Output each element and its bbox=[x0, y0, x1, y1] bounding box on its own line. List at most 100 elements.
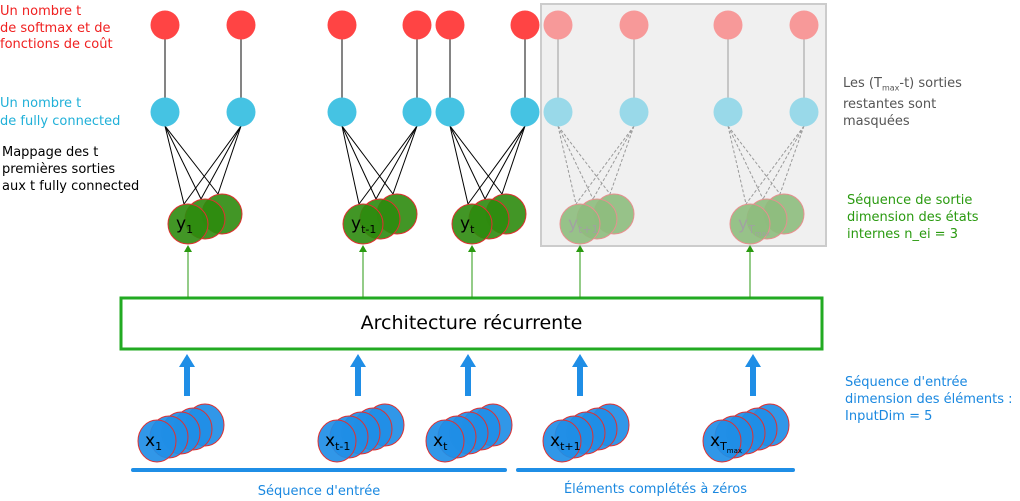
label-line: Mappage des t bbox=[2, 145, 99, 160]
fc-mapping-link bbox=[217, 125, 242, 195]
label-line: de fully connected bbox=[0, 114, 121, 129]
input-arrow-head bbox=[179, 354, 195, 367]
softmax-node bbox=[543, 10, 573, 40]
label-base: x bbox=[325, 431, 335, 451]
label-subscript: t bbox=[470, 223, 475, 236]
zero-padded-caption: Éléments complétés à zéros bbox=[563, 482, 748, 497]
fc-node bbox=[510, 97, 540, 127]
input-arrow-shaft bbox=[577, 366, 583, 396]
label-base: y bbox=[738, 214, 748, 234]
softmax-node bbox=[150, 10, 180, 40]
output-arrow-head bbox=[468, 245, 476, 252]
output-arrow-head bbox=[184, 245, 192, 252]
fc-node bbox=[327, 97, 357, 127]
label-subsubscript: max bbox=[727, 447, 742, 455]
fc-node bbox=[435, 97, 465, 127]
fc-mapping-link bbox=[375, 125, 418, 200]
label-base: x bbox=[550, 431, 560, 451]
label-subscript: 1 bbox=[155, 440, 162, 453]
input-arrow-shaft bbox=[750, 366, 756, 396]
output-sequence-label: Séquence de sortie dimension des états i… bbox=[847, 192, 979, 243]
label-subsubscript: max bbox=[755, 230, 770, 238]
label-base: x bbox=[710, 431, 720, 451]
text: Les (T bbox=[843, 76, 882, 91]
fc-node bbox=[619, 97, 649, 127]
output-arrow-head bbox=[359, 245, 367, 252]
fc-mapping-link bbox=[358, 125, 418, 205]
softmax-label: Un nombre t de softmax et de fonctions d… bbox=[0, 4, 113, 54]
label-line: Séquence d'entrée bbox=[845, 375, 968, 390]
label-line: dimension des états bbox=[847, 210, 979, 225]
fc-mapping-link bbox=[392, 125, 418, 195]
rnn-masking-diagram: y1 yt-1 yt yt+1 yTmax x1 xt-1 xt xt+1 xTmax Un no… bbox=[0, 0, 1020, 501]
label-line: Un nombre t bbox=[0, 96, 82, 111]
fc-mapping-link bbox=[501, 125, 526, 195]
input-arrow-head bbox=[572, 354, 588, 367]
input-arrow-shaft bbox=[355, 366, 361, 396]
softmax-node bbox=[789, 10, 819, 40]
label-line: masquées bbox=[843, 113, 910, 129]
softmax-node bbox=[226, 10, 256, 40]
label-line: restantes sont bbox=[843, 97, 937, 113]
input-column-3: xt bbox=[425, 354, 513, 463]
input-column-2: xt-1 bbox=[317, 354, 405, 463]
label-line: de softmax et de bbox=[0, 20, 111, 36]
label-base: y bbox=[460, 214, 470, 234]
label-subscript: t-1 bbox=[335, 440, 350, 453]
label-subscript: t+1 bbox=[560, 440, 581, 453]
label-subscript: t+1 bbox=[578, 223, 599, 236]
label-line: InputDim = 5 bbox=[845, 409, 933, 424]
label-line: internes n_ei = 3 bbox=[847, 227, 958, 242]
masked-outputs-label: Les (Tmax-t) sorties restantes sont masq… bbox=[843, 76, 962, 130]
label-subscript: 1 bbox=[186, 223, 193, 236]
input-arrow-head bbox=[460, 354, 476, 367]
fc-mapping-link bbox=[467, 125, 526, 205]
output-column-3: yt bbox=[435, 10, 540, 245]
softmax-node bbox=[510, 10, 540, 40]
input-arrow-shaft bbox=[465, 366, 471, 396]
label-line: fonctions de coût bbox=[0, 37, 113, 52]
softmax-node bbox=[619, 10, 649, 40]
input-arrow-shaft bbox=[184, 366, 190, 396]
fc-node bbox=[789, 97, 819, 127]
label-line: Les (Tmax-t) sorties bbox=[843, 76, 962, 97]
label-line: Un nombre t bbox=[0, 4, 82, 19]
input-column-4: xt+1 bbox=[542, 354, 630, 463]
label-line: aux t fully connected bbox=[2, 179, 140, 194]
label-base: y bbox=[351, 214, 361, 234]
label-base: y bbox=[568, 214, 578, 234]
softmax-node bbox=[327, 10, 357, 40]
input-column-5: xTmax bbox=[702, 354, 790, 463]
softmax-node bbox=[402, 10, 432, 40]
label-subscript: t-1 bbox=[361, 223, 376, 236]
input-arrow-head bbox=[350, 354, 366, 367]
fc-mapping-link bbox=[484, 125, 526, 200]
mapping-label: Mappage des t premières sorties aux t fu… bbox=[2, 144, 139, 195]
softmax-node bbox=[435, 10, 465, 40]
label-subscript: t bbox=[443, 440, 448, 453]
fc-mapping-link bbox=[183, 125, 242, 205]
input-column-1: x1 bbox=[137, 354, 225, 463]
fc-mapping-link bbox=[200, 125, 242, 200]
fc-label: Un nombre t de fully connected bbox=[0, 95, 120, 131]
fc-node bbox=[402, 97, 432, 127]
label-line: premières sorties bbox=[2, 162, 116, 177]
input-sequence-label: Séquence d'entrée dimension des éléments… bbox=[845, 374, 1013, 425]
text: -t) sorties bbox=[899, 76, 962, 91]
label-line: Séquence de sortie bbox=[847, 193, 973, 208]
softmax-node bbox=[713, 10, 743, 40]
fc-node bbox=[543, 97, 573, 127]
architecture-label: Architecture récurrente bbox=[360, 312, 583, 334]
input-arrow-head bbox=[745, 354, 761, 367]
input-sequence-caption: Séquence d'entrée bbox=[257, 484, 381, 499]
output-column-2: yt-1 bbox=[327, 10, 432, 245]
label-line: dimension des éléments : bbox=[845, 392, 1013, 407]
label-base: x bbox=[433, 431, 443, 451]
text: max bbox=[881, 83, 900, 93]
fc-node bbox=[713, 97, 743, 127]
fc-node bbox=[226, 97, 256, 127]
fc-node bbox=[150, 97, 180, 127]
label-base: x bbox=[145, 431, 155, 451]
label-base: y bbox=[176, 214, 186, 234]
output-column-1: y1 bbox=[150, 10, 256, 245]
